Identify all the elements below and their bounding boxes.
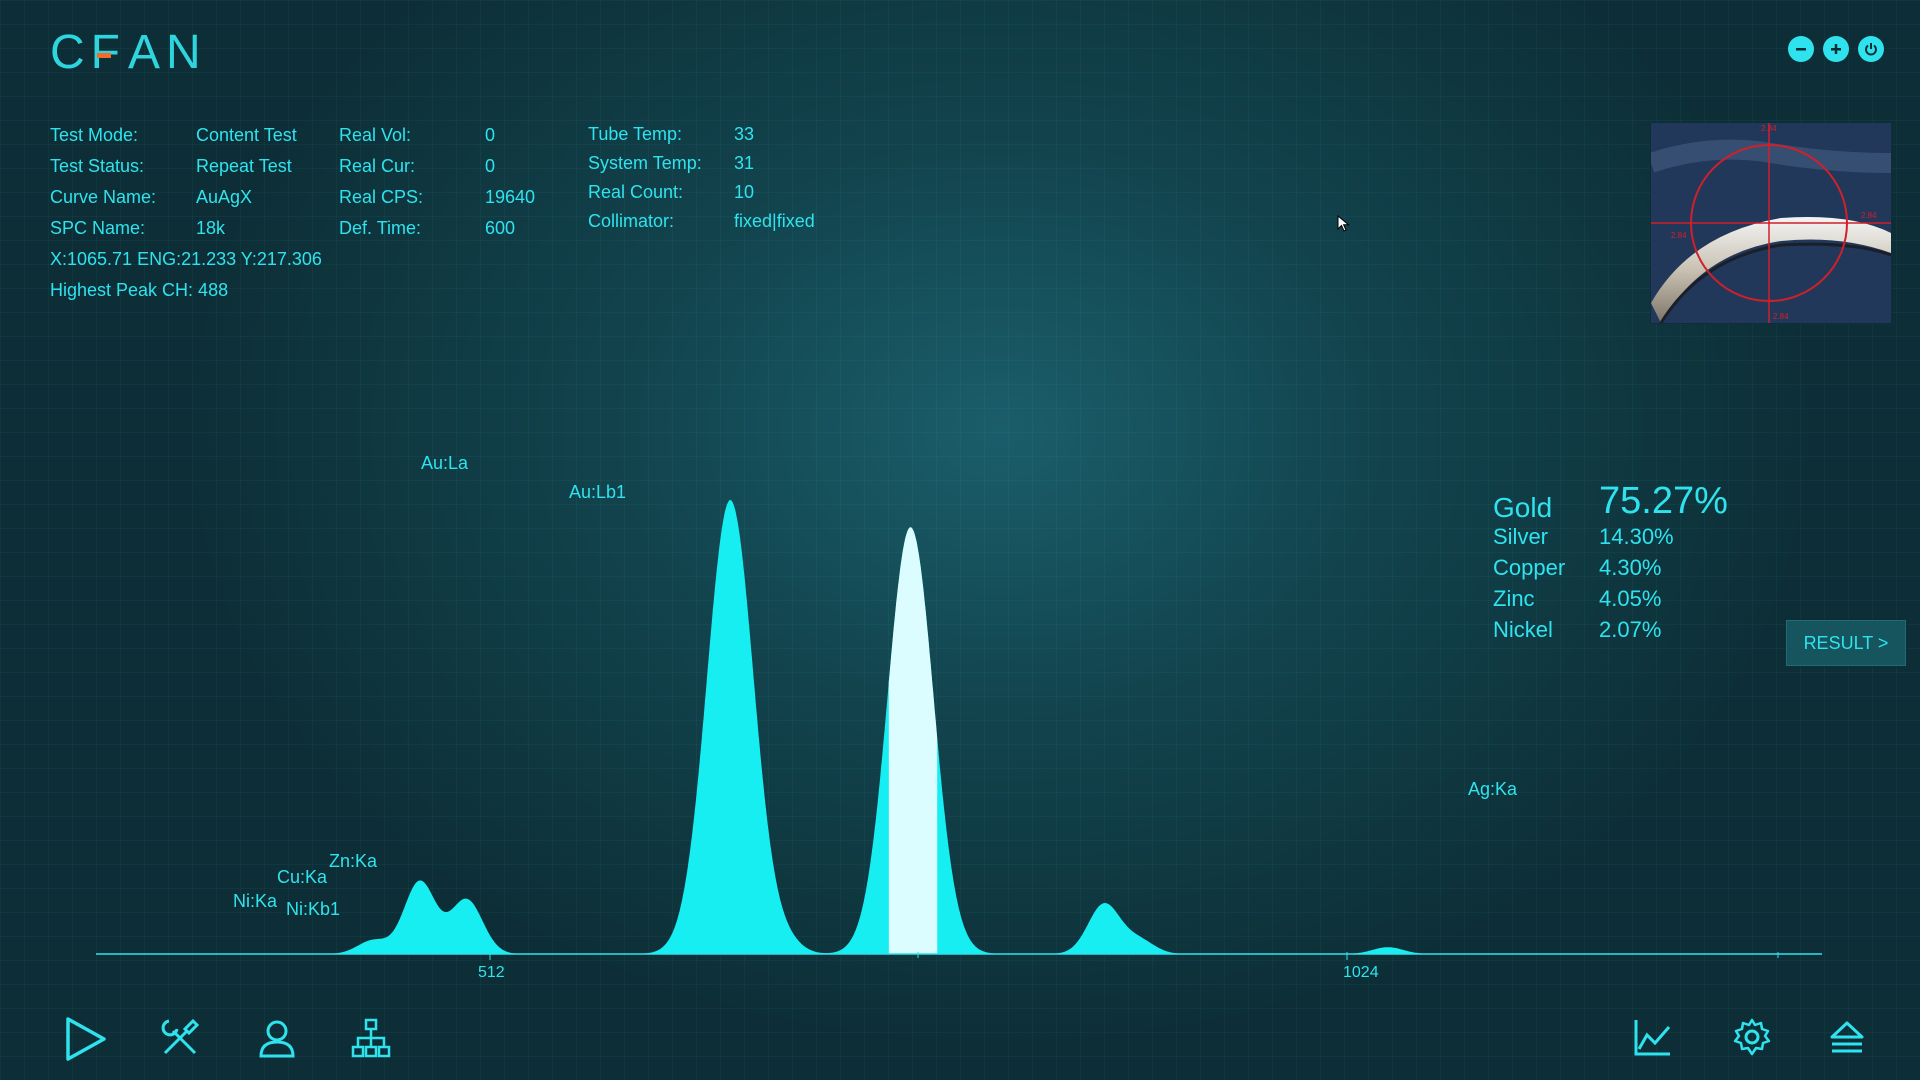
spectrum-view-button[interactable] xyxy=(1633,1017,1673,1057)
mouse-pointer-icon xyxy=(1337,215,1350,232)
gear-icon xyxy=(1733,1018,1771,1056)
chart-icon xyxy=(1634,1020,1671,1056)
peak-label-ni-ka: Ni:Ka xyxy=(233,891,278,911)
user-icon xyxy=(259,1020,295,1058)
peak-label-au-lb1: Au:Lb1 xyxy=(569,482,627,502)
tools-button[interactable] xyxy=(157,1015,203,1061)
peak-label-au-la: Au:La xyxy=(421,453,469,473)
spectrum-chart[interactable] xyxy=(0,0,1920,1000)
network-icon xyxy=(351,1018,391,1058)
peak-label-cu-ka: Cu:Ka xyxy=(277,867,328,887)
spectrum-area xyxy=(96,500,1822,954)
spectrum-highlight xyxy=(888,527,938,954)
eject-icon xyxy=(1830,1021,1864,1053)
peak-label-ni-kb1: Ni:Kb1 xyxy=(286,899,341,919)
eject-button[interactable] xyxy=(1829,1019,1865,1055)
x-tick-label-1024: 1024 xyxy=(1343,964,1379,981)
x-tick-label-512: 512 xyxy=(478,964,505,981)
user-button[interactable] xyxy=(255,1016,299,1060)
peak-label-ag-ka: Ag:Ka xyxy=(1468,779,1518,799)
settings-button[interactable] xyxy=(1732,1017,1772,1057)
tools-icon xyxy=(161,1018,200,1055)
start-test-button[interactable] xyxy=(60,1014,110,1064)
network-button[interactable] xyxy=(350,1016,392,1060)
peak-label-zn-ka: Zn:Ka xyxy=(329,851,378,871)
play-icon xyxy=(66,1017,106,1061)
